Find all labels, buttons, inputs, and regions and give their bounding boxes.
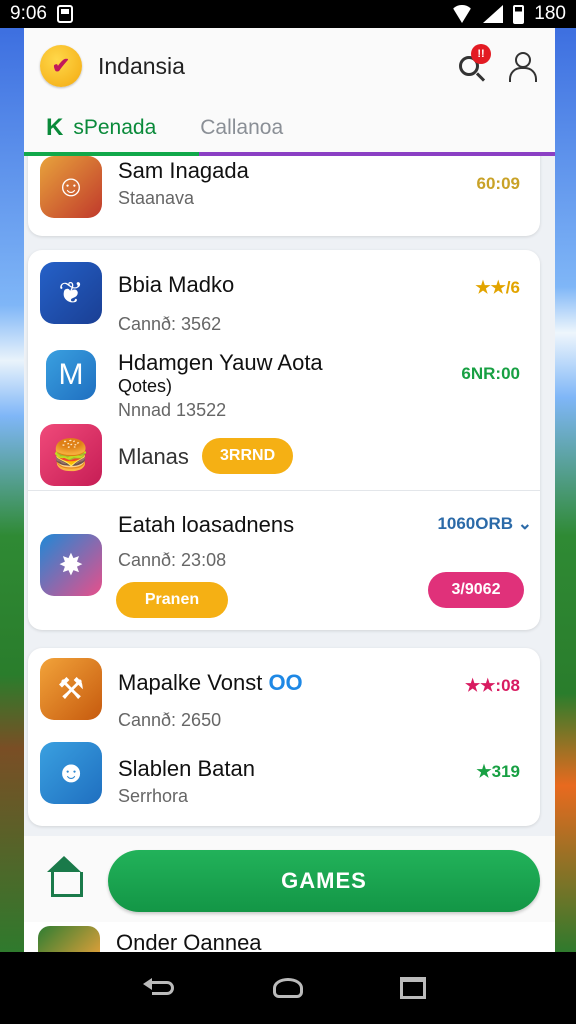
item-title: Bbia Madko	[118, 272, 235, 297]
checkmark-logo-icon: ✔	[40, 45, 82, 87]
item-title: Hdamgen Yauw Aota	[118, 350, 323, 375]
shield-m-icon: M	[46, 350, 96, 400]
status-time: 9:06	[10, 3, 47, 24]
tab-bar: K sPenada Callanoa	[24, 104, 555, 156]
divider	[28, 490, 540, 491]
wifi-icon	[451, 5, 474, 23]
item-subtitle: Nnnad 13522	[118, 400, 227, 420]
notification-badge: !!	[471, 44, 491, 64]
user-icon	[508, 52, 537, 82]
home-nav-icon	[272, 978, 303, 998]
battery-icon	[513, 4, 525, 24]
app-header: ✔ Indansia !! K sPenada Callanoa	[24, 28, 555, 156]
item-title-line2: Qotes)	[118, 376, 173, 396]
item-title-text: Mapalke Vonst	[118, 670, 263, 695]
list-item[interactable]: ✸ Eatah loasadnens Cannð: 23:08 1060ORB …	[28, 498, 540, 628]
battery-level: 180	[534, 3, 566, 24]
list-item[interactable]: M Hdamgen Yauw Aota Qotes) Nnnad 13522 6…	[28, 342, 540, 432]
item-meta: 60:09	[476, 174, 520, 193]
item-subtitle: Cannð: 3562	[118, 314, 222, 334]
app-window: ✔ Indansia !! K sPenada Callanoa ☺ Sam I…	[24, 28, 555, 952]
list-card: ☺ Sam Inagada Staanava 60:09	[28, 156, 540, 236]
list-item[interactable]: ☺ Sam Inagada Staanava 60:09	[28, 156, 540, 236]
tab-label: Callanoa	[200, 116, 284, 139]
action-bar: GAMES	[24, 836, 555, 922]
search-button[interactable]: !!	[451, 44, 491, 84]
games-button[interactable]: GAMES	[108, 850, 540, 912]
item-title: Mlanas	[118, 444, 189, 469]
burger-icon: 🍔	[40, 424, 102, 486]
list-item[interactable]: ⚒ Mapalke Vonst OO Cannð: 2650 ★★:08	[28, 648, 540, 738]
home-icon[interactable]	[44, 856, 84, 898]
star-burst-icon: ✸	[40, 534, 102, 596]
app-list: ☺ Sam Inagada Staanava 60:09 ❦ Bbia Madk…	[24, 156, 555, 836]
tab-spenada[interactable]: K sPenada	[24, 104, 178, 152]
character-face-icon: ☻	[40, 742, 102, 804]
tab-callanoa[interactable]: Callanoa	[178, 104, 305, 152]
item-title: Slablen Batan	[118, 756, 255, 781]
item-subtitle: Staanava	[118, 188, 195, 208]
tab-label: sPenada	[73, 116, 157, 139]
item-meta: 1060ORB ⌄	[437, 514, 532, 533]
profile-button[interactable]	[503, 48, 539, 84]
character-avatar-icon: ☺	[40, 156, 102, 218]
recents-icon	[400, 977, 427, 999]
back-icon	[142, 978, 174, 995]
item-title-accent: OO	[268, 670, 303, 695]
item-meta: ★319	[476, 762, 520, 781]
item-action-button[interactable]: 3RRND	[202, 438, 294, 474]
list-item[interactable]: ❦ Bbia Madko Cannð: 3562 ★★/6	[28, 250, 540, 340]
item-meta: 6NR:00	[461, 364, 520, 383]
item-title: Sam Inagada	[118, 158, 249, 183]
item-subtitle: Cannð: 23:08	[118, 550, 227, 570]
app-icon	[38, 926, 100, 952]
leaf-icon: ❦	[40, 262, 102, 324]
tab-k-icon: K	[46, 114, 64, 141]
item-secondary-button[interactable]: 3/9062	[428, 572, 524, 608]
app-title: Indansia	[98, 52, 185, 79]
item-meta: ★★/6	[475, 278, 520, 297]
sd-card-icon	[56, 5, 73, 23]
list-item[interactable]: ☻ Slablen Batan Serrhora ★319	[28, 734, 540, 824]
hammer-icon: ⚒	[40, 658, 102, 720]
item-title: Eatah loasadnens	[118, 512, 295, 537]
navigation-bar	[0, 952, 576, 1024]
recents-button[interactable]	[393, 968, 433, 1008]
item-meta: ★★:08	[464, 676, 520, 695]
item-primary-button[interactable]: Pranen	[116, 582, 228, 618]
list-item-peek[interactable]: Onder Oannea	[24, 922, 555, 952]
background-left	[0, 28, 26, 952]
home-nav-button[interactable]	[268, 968, 308, 1008]
back-button[interactable]	[142, 968, 183, 1008]
item-subtitle: Cannð: 2650	[118, 710, 222, 730]
item-subtitle: Serrhora	[118, 786, 189, 806]
signal-icon	[483, 5, 504, 23]
list-card: ⚒ Mapalke Vonst OO Cannð: 2650 ★★:08 ☻ S…	[28, 648, 540, 826]
list-card: ❦ Bbia Madko Cannð: 3562 ★★/6 M Hdamgen …	[28, 250, 540, 630]
item-title: Mapalke Vonst OO	[118, 670, 303, 696]
item-title: Onder Oannea	[116, 930, 262, 952]
status-bar: 9:06 180	[0, 0, 576, 28]
